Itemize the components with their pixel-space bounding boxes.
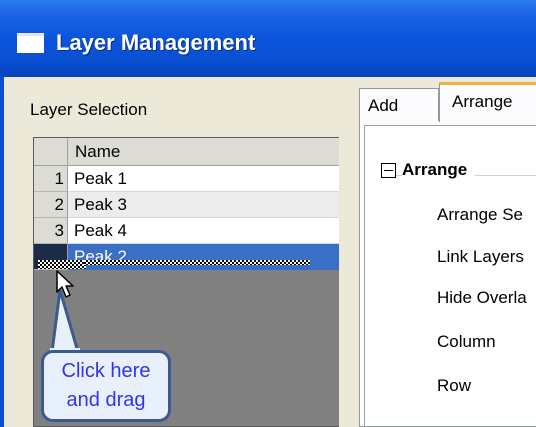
property-column[interactable]: Column xyxy=(437,332,496,352)
property-hide-overlap[interactable]: Hide Overla xyxy=(437,288,527,308)
grid-corner xyxy=(34,138,68,166)
layer-selection-label: Layer Selection xyxy=(30,100,148,119)
row-number[interactable]: 2 xyxy=(34,192,68,218)
property-link-layers[interactable]: Link Layers xyxy=(437,247,524,267)
collapse-icon[interactable] xyxy=(381,163,396,178)
table-row[interactable]: 3 Peak 4 xyxy=(34,218,339,244)
tab-add[interactable]: Add xyxy=(359,88,439,121)
tab-arrange[interactable]: Arrange xyxy=(439,82,536,122)
property-row[interactable]: Row xyxy=(437,376,471,396)
group-title-arrange: Arrange xyxy=(402,160,476,180)
tab-panel: Arrange Arrange Se Link Layers Hide Over… xyxy=(359,120,536,427)
layer-name-cell[interactable]: Peak 4 xyxy=(68,218,339,244)
title-bar[interactable]: Layer Management xyxy=(0,0,536,77)
window-icon xyxy=(17,33,44,53)
callout-text: Click here xyxy=(61,360,151,382)
table-row[interactable]: 2 Peak 3 xyxy=(34,192,339,218)
table-row[interactable]: 1 Peak 1 xyxy=(34,166,339,192)
mouse-pointer-icon xyxy=(56,270,74,298)
drag-indicator xyxy=(38,260,86,269)
layer-management-window: Layer Management Layer Selection Name 1 … xyxy=(0,0,536,427)
callout-text: and drag xyxy=(66,389,146,411)
drag-indicator-line xyxy=(84,260,310,265)
tab-control: Arrange Arrange Se Link Layers Hide Over… xyxy=(359,80,536,427)
layer-name-cell[interactable]: Peak 2 xyxy=(68,244,339,270)
column-header-name[interactable]: Name xyxy=(68,138,339,166)
layer-name-cell[interactable]: Peak 3 xyxy=(68,192,339,218)
window-title: Layer Management xyxy=(56,30,256,55)
row-number[interactable]: 3 xyxy=(34,218,68,244)
layer-name-cell[interactable]: Peak 1 xyxy=(68,166,339,192)
property-arrange-selection[interactable]: Arrange Se xyxy=(437,205,523,225)
property-grid[interactable]: Arrange Arrange Se Link Layers Hide Over… xyxy=(364,125,536,426)
row-number[interactable]: 1 xyxy=(34,166,68,192)
callout-bubble: Click here and drag xyxy=(41,350,171,422)
